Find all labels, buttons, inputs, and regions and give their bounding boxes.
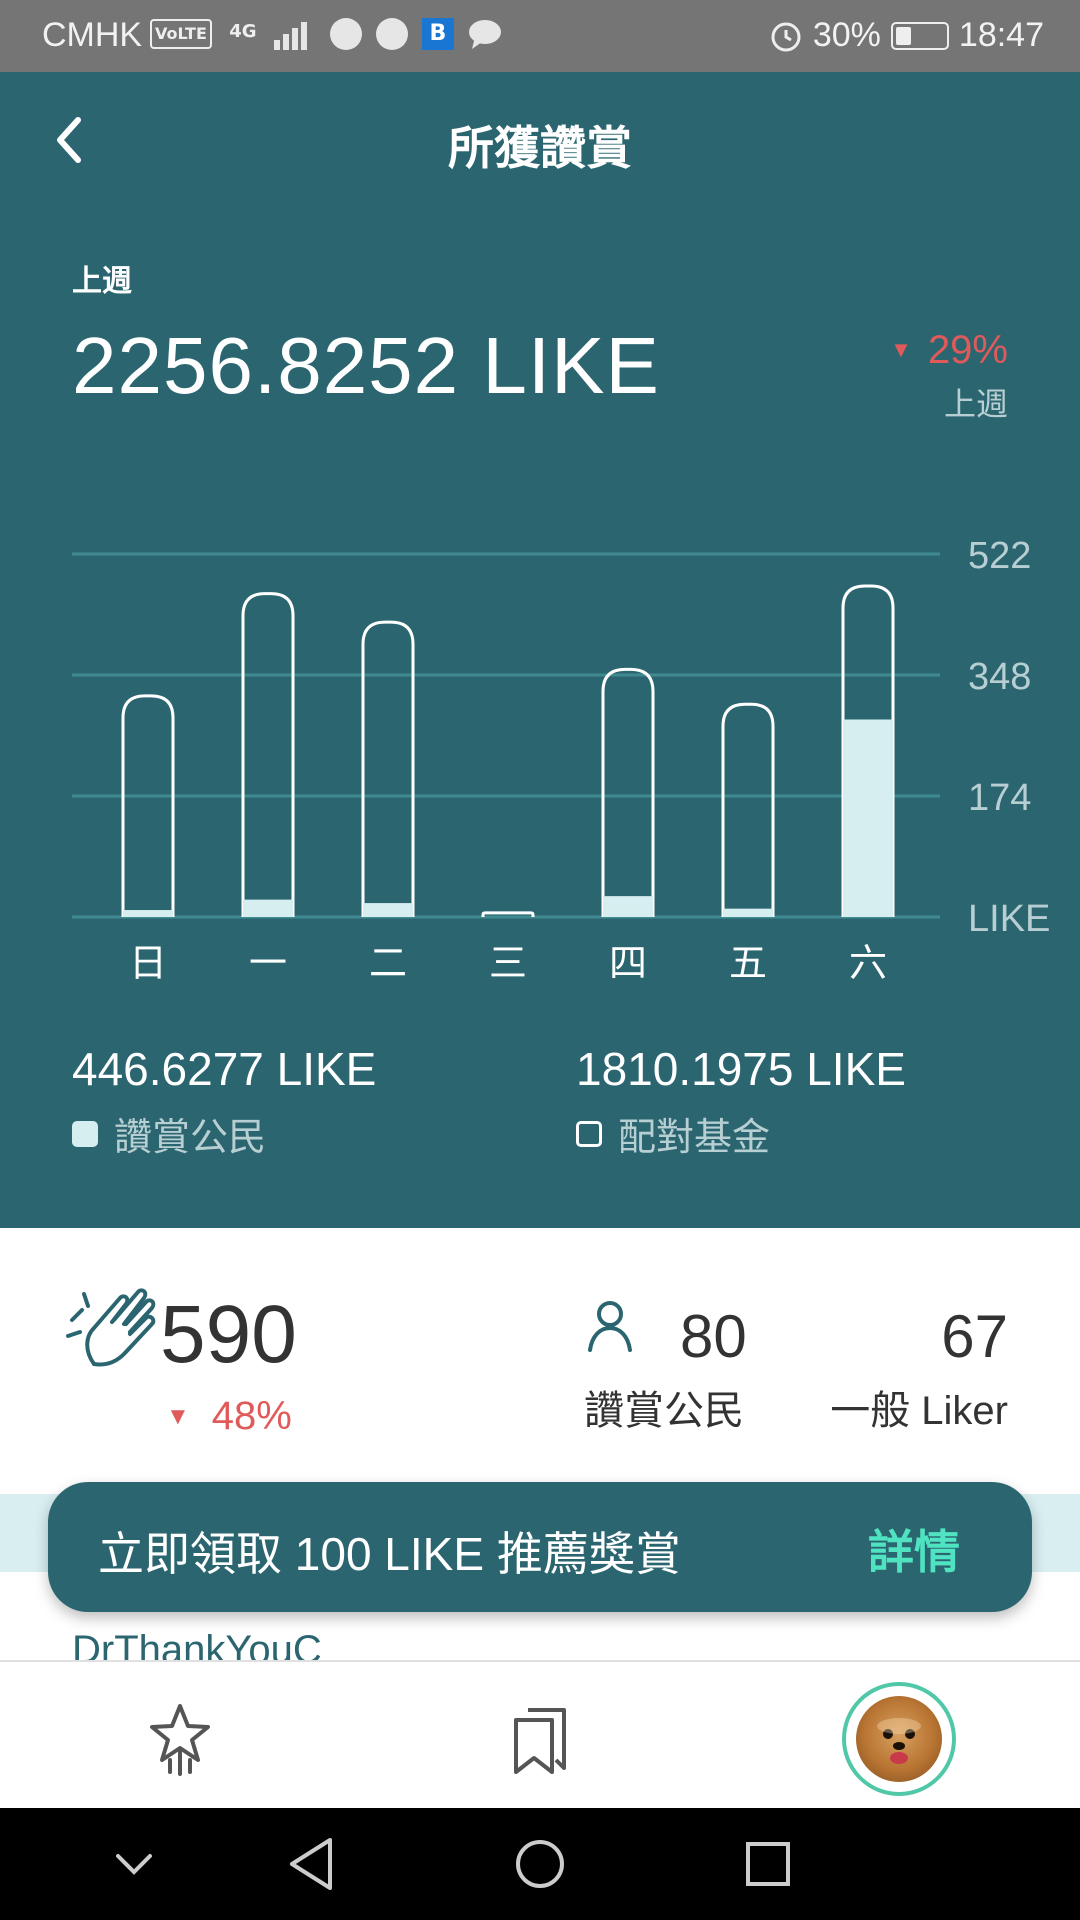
star-icon[interactable]: [148, 1702, 212, 1776]
matching-swatch: [576, 1120, 602, 1147]
recents-square-icon[interactable]: [744, 1840, 792, 1888]
civic-swatch: [72, 1120, 98, 1147]
y-tick-label: LIKE: [968, 898, 1050, 940]
bar-matching-fund: [241, 592, 295, 917]
bookmarks-icon[interactable]: [508, 1702, 572, 1776]
bar-matching-fund: [721, 702, 775, 917]
alarm-icon: [771, 22, 801, 51]
app-notification-icon: [375, 18, 408, 50]
timer-icon: [329, 18, 362, 50]
matching-legend-label: 配對基金: [618, 1117, 771, 1159]
avatar: [856, 1696, 942, 1782]
clock: 18:47: [958, 16, 1044, 54]
bluetooth-app-icon: B: [421, 18, 454, 50]
x-tick-label: 二: [369, 941, 407, 985]
y-tick-label: 522: [968, 535, 1031, 577]
feed-item-author[interactable]: DrThankYouC: [72, 1620, 322, 1660]
x-tick-label: 六: [849, 941, 887, 985]
bar-civic: [363, 903, 413, 917]
carrier-label: CMHK: [42, 16, 143, 54]
bottom-tab-bar: [0, 1660, 1080, 1808]
signal-icon: [273, 22, 307, 50]
bar-civic: [243, 899, 293, 917]
matching-total: 1810.1975 LIKE: [576, 1043, 906, 1095]
y-tick-label: 174: [968, 777, 1031, 819]
status-bar: CMHK VoLTE 4G B 30% 18:47: [0, 0, 1080, 72]
legend-matching: 1810.1975 LIKE 配對基金: [576, 1042, 906, 1161]
clap-icon: [66, 1288, 156, 1367]
promo-detail-button[interactable]: 詳情: [868, 1516, 960, 1582]
person-icon: [588, 1301, 632, 1352]
chevron-down-icon[interactable]: [112, 1842, 156, 1886]
stats-section: 590 ▼ 48% 80 讚賞公民 67 一般 Liker: [0, 1228, 1080, 1494]
bar-matching-fund: [361, 620, 415, 917]
civic-total: 446.6277 LIKE: [72, 1043, 377, 1095]
x-tick-label: 五: [729, 941, 767, 985]
status-icons: VoLTE 4G B: [150, 18, 502, 50]
likes-count: 590: [160, 1289, 297, 1380]
likes-change-value: 48%: [211, 1394, 292, 1438]
battery-icon: [890, 21, 949, 50]
status-right: 30% 18:47: [769, 16, 1044, 55]
bar-civic: [603, 896, 653, 917]
rewards-panel: 所獲讚賞 上週 2256.8252 LIKE ▼ 29% 上週 522 348 174…: [0, 72, 1080, 1228]
battery-percent: 30%: [812, 16, 881, 54]
bar-civic: [123, 910, 173, 917]
x-tick-label: 三: [489, 941, 527, 985]
weekly-bar-chart: 522 348 174 LIKE 日 一 二 三 四 五 六: [72, 535, 1050, 985]
x-tick-label: 一: [249, 941, 287, 985]
y-tick-label: 348: [968, 656, 1031, 698]
general-count: 67: [941, 1303, 1008, 1370]
civic-label: 讚賞公民: [584, 1388, 744, 1434]
bar-civic: [843, 719, 893, 917]
general-label: 一般 Liker: [830, 1389, 1008, 1433]
down-triangle-icon: ▼: [166, 1403, 190, 1430]
chat-icon: [468, 20, 501, 49]
likes-change: ▼ 48%: [166, 1394, 292, 1439]
legend-civic: 446.6277 LIKE 讚賞公民: [72, 1042, 376, 1161]
x-tick-label: 四: [609, 941, 647, 985]
profile-avatar-button[interactable]: [842, 1682, 956, 1796]
referral-promo-banner[interactable]: 立即領取 100 LIKE 推薦獎賞 詳情: [48, 1482, 1032, 1612]
system-nav-bar: [0, 1808, 1080, 1920]
civic-legend-label: 讚賞公民: [114, 1117, 267, 1159]
volte-icon: VoLTE: [150, 19, 212, 49]
network-4g-icon: 4G: [229, 21, 257, 42]
x-tick-label: 日: [129, 941, 167, 985]
back-triangle-icon[interactable]: [286, 1836, 336, 1892]
dog-face-icon: [877, 1718, 921, 1764]
home-circle-icon[interactable]: [514, 1838, 566, 1890]
bar-matching-fund: [121, 694, 175, 917]
bar-civic: [723, 908, 773, 917]
civic-count: 80: [680, 1303, 747, 1370]
bar-matching-fund: [601, 667, 655, 917]
promo-text: 立即領取 100 LIKE 推薦獎賞: [98, 1528, 681, 1580]
